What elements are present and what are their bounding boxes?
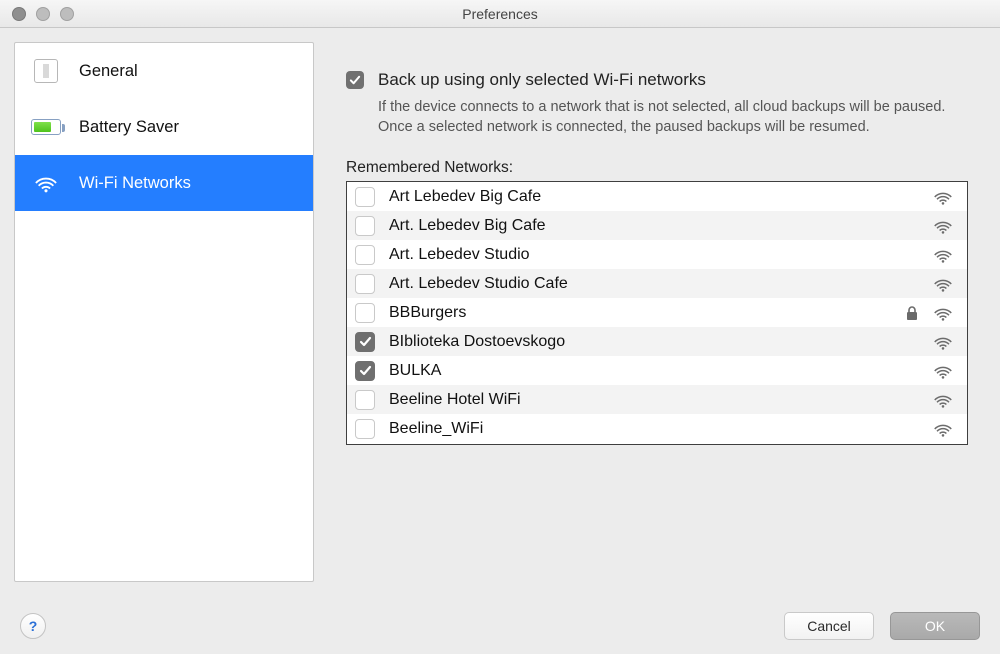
wifi-signal-icon [929,246,957,264]
network-name: Beeline Hotel WiFi [389,391,901,409]
ok-button[interactable]: OK [890,612,980,640]
general-icon [31,56,61,86]
network-row[interactable]: Art. Lebedev Studio Cafe [347,269,967,298]
wifi-signal-icon [929,362,957,380]
sidebar-item-wifi-networks[interactable]: Wi-Fi Networks [15,155,313,211]
network-name: BBBurgers [389,304,901,322]
network-row[interactable]: Art. Lebedev Big Cafe [347,211,967,240]
network-checkbox[interactable] [355,274,375,294]
wifi-signal-icon [929,275,957,293]
sidebar-item-label: Wi-Fi Networks [79,174,191,193]
sidebar-item-general[interactable]: General [15,43,313,99]
backup-only-selected-checkbox[interactable] [346,71,364,89]
network-name: Art. Lebedev Studio Cafe [389,275,901,293]
network-checkbox[interactable] [355,361,375,381]
wifi-signal-icon [929,217,957,235]
network-checkbox[interactable] [355,303,375,323]
network-checkbox[interactable] [355,390,375,410]
network-checkbox[interactable] [355,332,375,352]
wifi-signal-icon [929,420,957,438]
remembered-networks-label: Remembered Networks: [346,159,986,177]
network-name: Art. Lebedev Studio [389,246,901,264]
network-name: Art. Lebedev Big Cafe [389,217,901,235]
remembered-networks-scroll[interactable]: Art Lebedev Big Cafe Art. Lebedev Big Caf… [347,182,967,444]
network-row[interactable]: Beeline Hotel WiFi [347,385,967,414]
window-title: Preferences [462,6,537,22]
wifi-signal-icon [929,333,957,351]
remembered-networks-list: Art Lebedev Big Cafe Art. Lebedev Big Caf… [346,181,968,445]
help-button[interactable]: ? [20,613,46,639]
zoom-window-button[interactable] [60,7,74,21]
backup-only-selected-label: Back up using only selected Wi-Fi networ… [378,70,706,90]
window-controls [12,7,74,21]
wifi-signal-icon [929,391,957,409]
network-name: BIblioteka Dostoevskogo [389,333,901,351]
network-checkbox[interactable] [355,216,375,236]
dialog-footer: ? Cancel OK [0,598,1000,654]
network-name: Beeline_WiFi [389,420,901,438]
preferences-sidebar: General Battery Saver Wi-Fi Networks [14,42,314,582]
wifi-networks-pane: Back up using only selected Wi-Fi networ… [328,42,986,582]
network-row[interactable]: Beeline_WiFi [347,414,967,443]
cancel-button[interactable]: Cancel [784,612,874,640]
sidebar-item-label: General [79,62,138,81]
wifi-signal-icon [929,304,957,322]
network-checkbox[interactable] [355,187,375,207]
window-titlebar: Preferences [0,0,1000,28]
minimize-window-button[interactable] [36,7,50,21]
network-name: BULKA [389,362,901,380]
network-row[interactable]: BULKA [347,356,967,385]
close-window-button[interactable] [12,7,26,21]
sidebar-item-battery-saver[interactable]: Battery Saver [15,99,313,155]
battery-icon [31,112,61,142]
network-checkbox[interactable] [355,245,375,265]
lock-icon [901,305,923,321]
backup-only-selected-description: If the device connects to a network that… [378,98,956,137]
network-row[interactable]: BBBurgers [347,298,967,327]
network-checkbox[interactable] [355,419,375,439]
wifi-icon [31,168,61,198]
wifi-signal-icon [929,188,957,206]
sidebar-item-label: Battery Saver [79,118,179,137]
network-row[interactable]: Art. Lebedev Studio [347,240,967,269]
network-row[interactable]: BIblioteka Dostoevskogo [347,327,967,356]
network-name: Art Lebedev Big Cafe [389,188,901,206]
network-row[interactable]: Art Lebedev Big Cafe [347,182,967,211]
